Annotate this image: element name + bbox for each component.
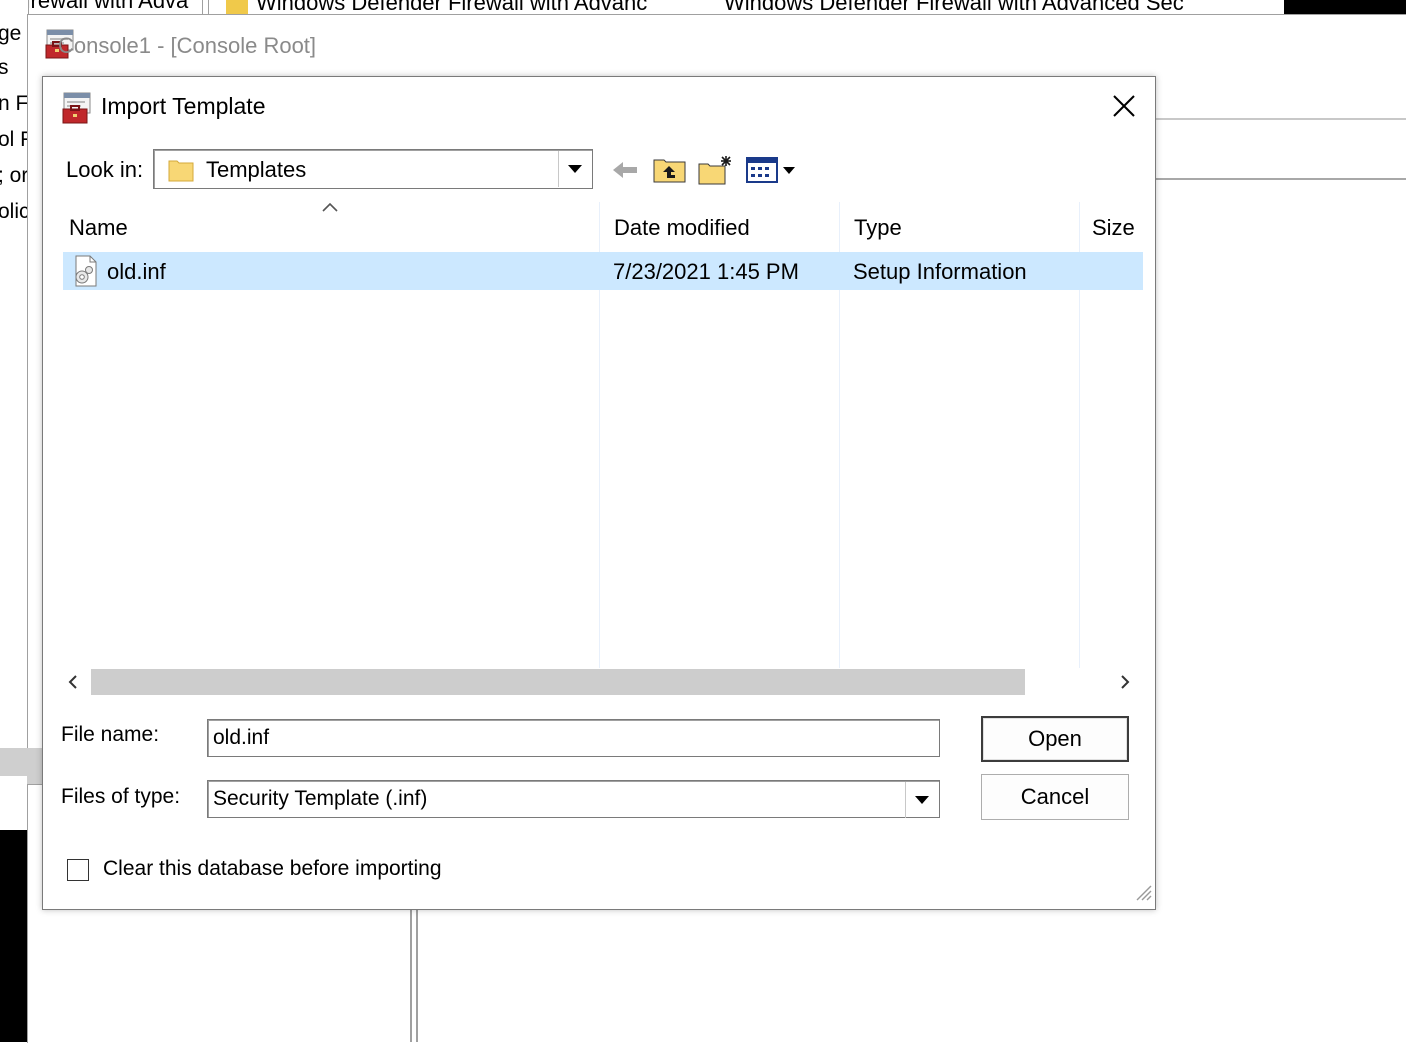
close-icon bbox=[1113, 95, 1135, 117]
clear-database-label[interactable]: Clear this database before importing bbox=[103, 857, 442, 881]
chevron-right-icon bbox=[1121, 675, 1130, 689]
file-type-cell: Setup Information bbox=[853, 259, 1027, 284]
background-text: s bbox=[0, 56, 9, 80]
background-window-left: ge s n F ol F ; or olic bbox=[0, 0, 29, 830]
files-of-type-value: Security Template (.inf) bbox=[213, 787, 428, 810]
files-of-type-label: Files of type: bbox=[61, 785, 181, 808]
column-header-label: Date modified bbox=[614, 215, 750, 240]
divider bbox=[202, 0, 203, 14]
scroll-left-button[interactable] bbox=[63, 667, 83, 697]
clear-database-checkbox[interactable] bbox=[67, 859, 89, 881]
splitter[interactable] bbox=[410, 908, 418, 1042]
new-folder-icon bbox=[698, 156, 731, 185]
background-text: n F bbox=[0, 92, 29, 115]
column-header-name[interactable]: Name bbox=[63, 202, 599, 252]
background-region bbox=[0, 830, 28, 1042]
dialog-title: Import Template bbox=[101, 93, 266, 119]
folder-icon bbox=[168, 158, 194, 187]
cancel-button[interactable]: Cancel bbox=[981, 774, 1129, 820]
view-menu-icon bbox=[746, 157, 795, 183]
file-name-value: old.inf bbox=[213, 726, 270, 749]
look-in-label: Look in: bbox=[66, 157, 144, 182]
resize-grip-icon[interactable] bbox=[1133, 882, 1153, 907]
chevron-left-icon bbox=[68, 675, 77, 689]
import-template-dialog: Import Template Look in: Templates Name … bbox=[42, 76, 1156, 910]
file-row[interactable]: old.inf 7/23/2021 1:45 PM Setup Informat… bbox=[63, 252, 1143, 290]
scroll-thumb[interactable] bbox=[91, 669, 1025, 695]
look-in-dropdown-button[interactable] bbox=[558, 151, 591, 187]
files-of-type-dropdown-button[interactable] bbox=[905, 782, 938, 818]
mmc-toolbox-icon bbox=[61, 91, 95, 130]
background-region bbox=[0, 748, 28, 776]
chevron-down-icon bbox=[915, 796, 929, 804]
background-text: ge bbox=[0, 22, 22, 45]
divider bbox=[208, 0, 209, 14]
file-name-cell: old.inf bbox=[107, 259, 166, 284]
file-list[interactable]: Name Date modified Type Size old.inf 7/2… bbox=[63, 202, 1143, 697]
background-text: Windows Defender Firewall with Advanc bbox=[256, 0, 648, 14]
file-date-cell: 7/23/2021 1:45 PM bbox=[613, 259, 799, 284]
new-folder-button[interactable] bbox=[697, 153, 735, 187]
up-one-level-icon bbox=[653, 159, 686, 183]
look-in-value: Templates bbox=[206, 157, 307, 182]
close-button[interactable] bbox=[1105, 87, 1143, 125]
column-header-type[interactable]: Type bbox=[840, 202, 1079, 252]
look-in-dropdown[interactable]: Templates bbox=[153, 149, 593, 189]
file-name-input[interactable]: old.inf bbox=[207, 719, 940, 757]
folder-icon bbox=[226, 0, 248, 14]
divider bbox=[27, 784, 43, 785]
background-text: olic bbox=[0, 200, 29, 223]
background-text: Windows Defender Firewall with Advanced … bbox=[724, 0, 1184, 14]
files-of-type-dropdown[interactable]: Security Template (.inf) bbox=[207, 780, 940, 818]
divider bbox=[1156, 178, 1406, 180]
background-window-titles: I Firewall with Adva Windows Defender Fi… bbox=[0, 0, 1284, 14]
column-header-size[interactable]: Size bbox=[1080, 202, 1143, 252]
column-header-label: Name bbox=[69, 215, 128, 240]
back-button[interactable] bbox=[609, 153, 641, 187]
up-one-level-button[interactable] bbox=[651, 153, 689, 187]
column-header-date-modified[interactable]: Date modified bbox=[600, 202, 839, 252]
open-button[interactable]: Open bbox=[981, 716, 1129, 762]
divider bbox=[1156, 118, 1406, 120]
background-region bbox=[1284, 0, 1406, 14]
background-region bbox=[27, 748, 43, 784]
chevron-down-icon bbox=[568, 165, 582, 173]
column-header-label: Size bbox=[1092, 215, 1135, 240]
background-text: ; or bbox=[0, 164, 29, 187]
background-text: ol F bbox=[0, 128, 28, 151]
inf-file-icon bbox=[71, 255, 101, 293]
back-arrow-icon bbox=[613, 162, 637, 178]
file-name-label: File name: bbox=[61, 723, 160, 746]
console-title: Console1 - [Console Root] bbox=[58, 33, 317, 58]
view-menu-button[interactable] bbox=[743, 153, 801, 187]
scroll-right-button[interactable] bbox=[1115, 667, 1135, 697]
column-header-label: Type bbox=[854, 215, 902, 240]
horizontal-scrollbar[interactable] bbox=[63, 667, 1143, 697]
